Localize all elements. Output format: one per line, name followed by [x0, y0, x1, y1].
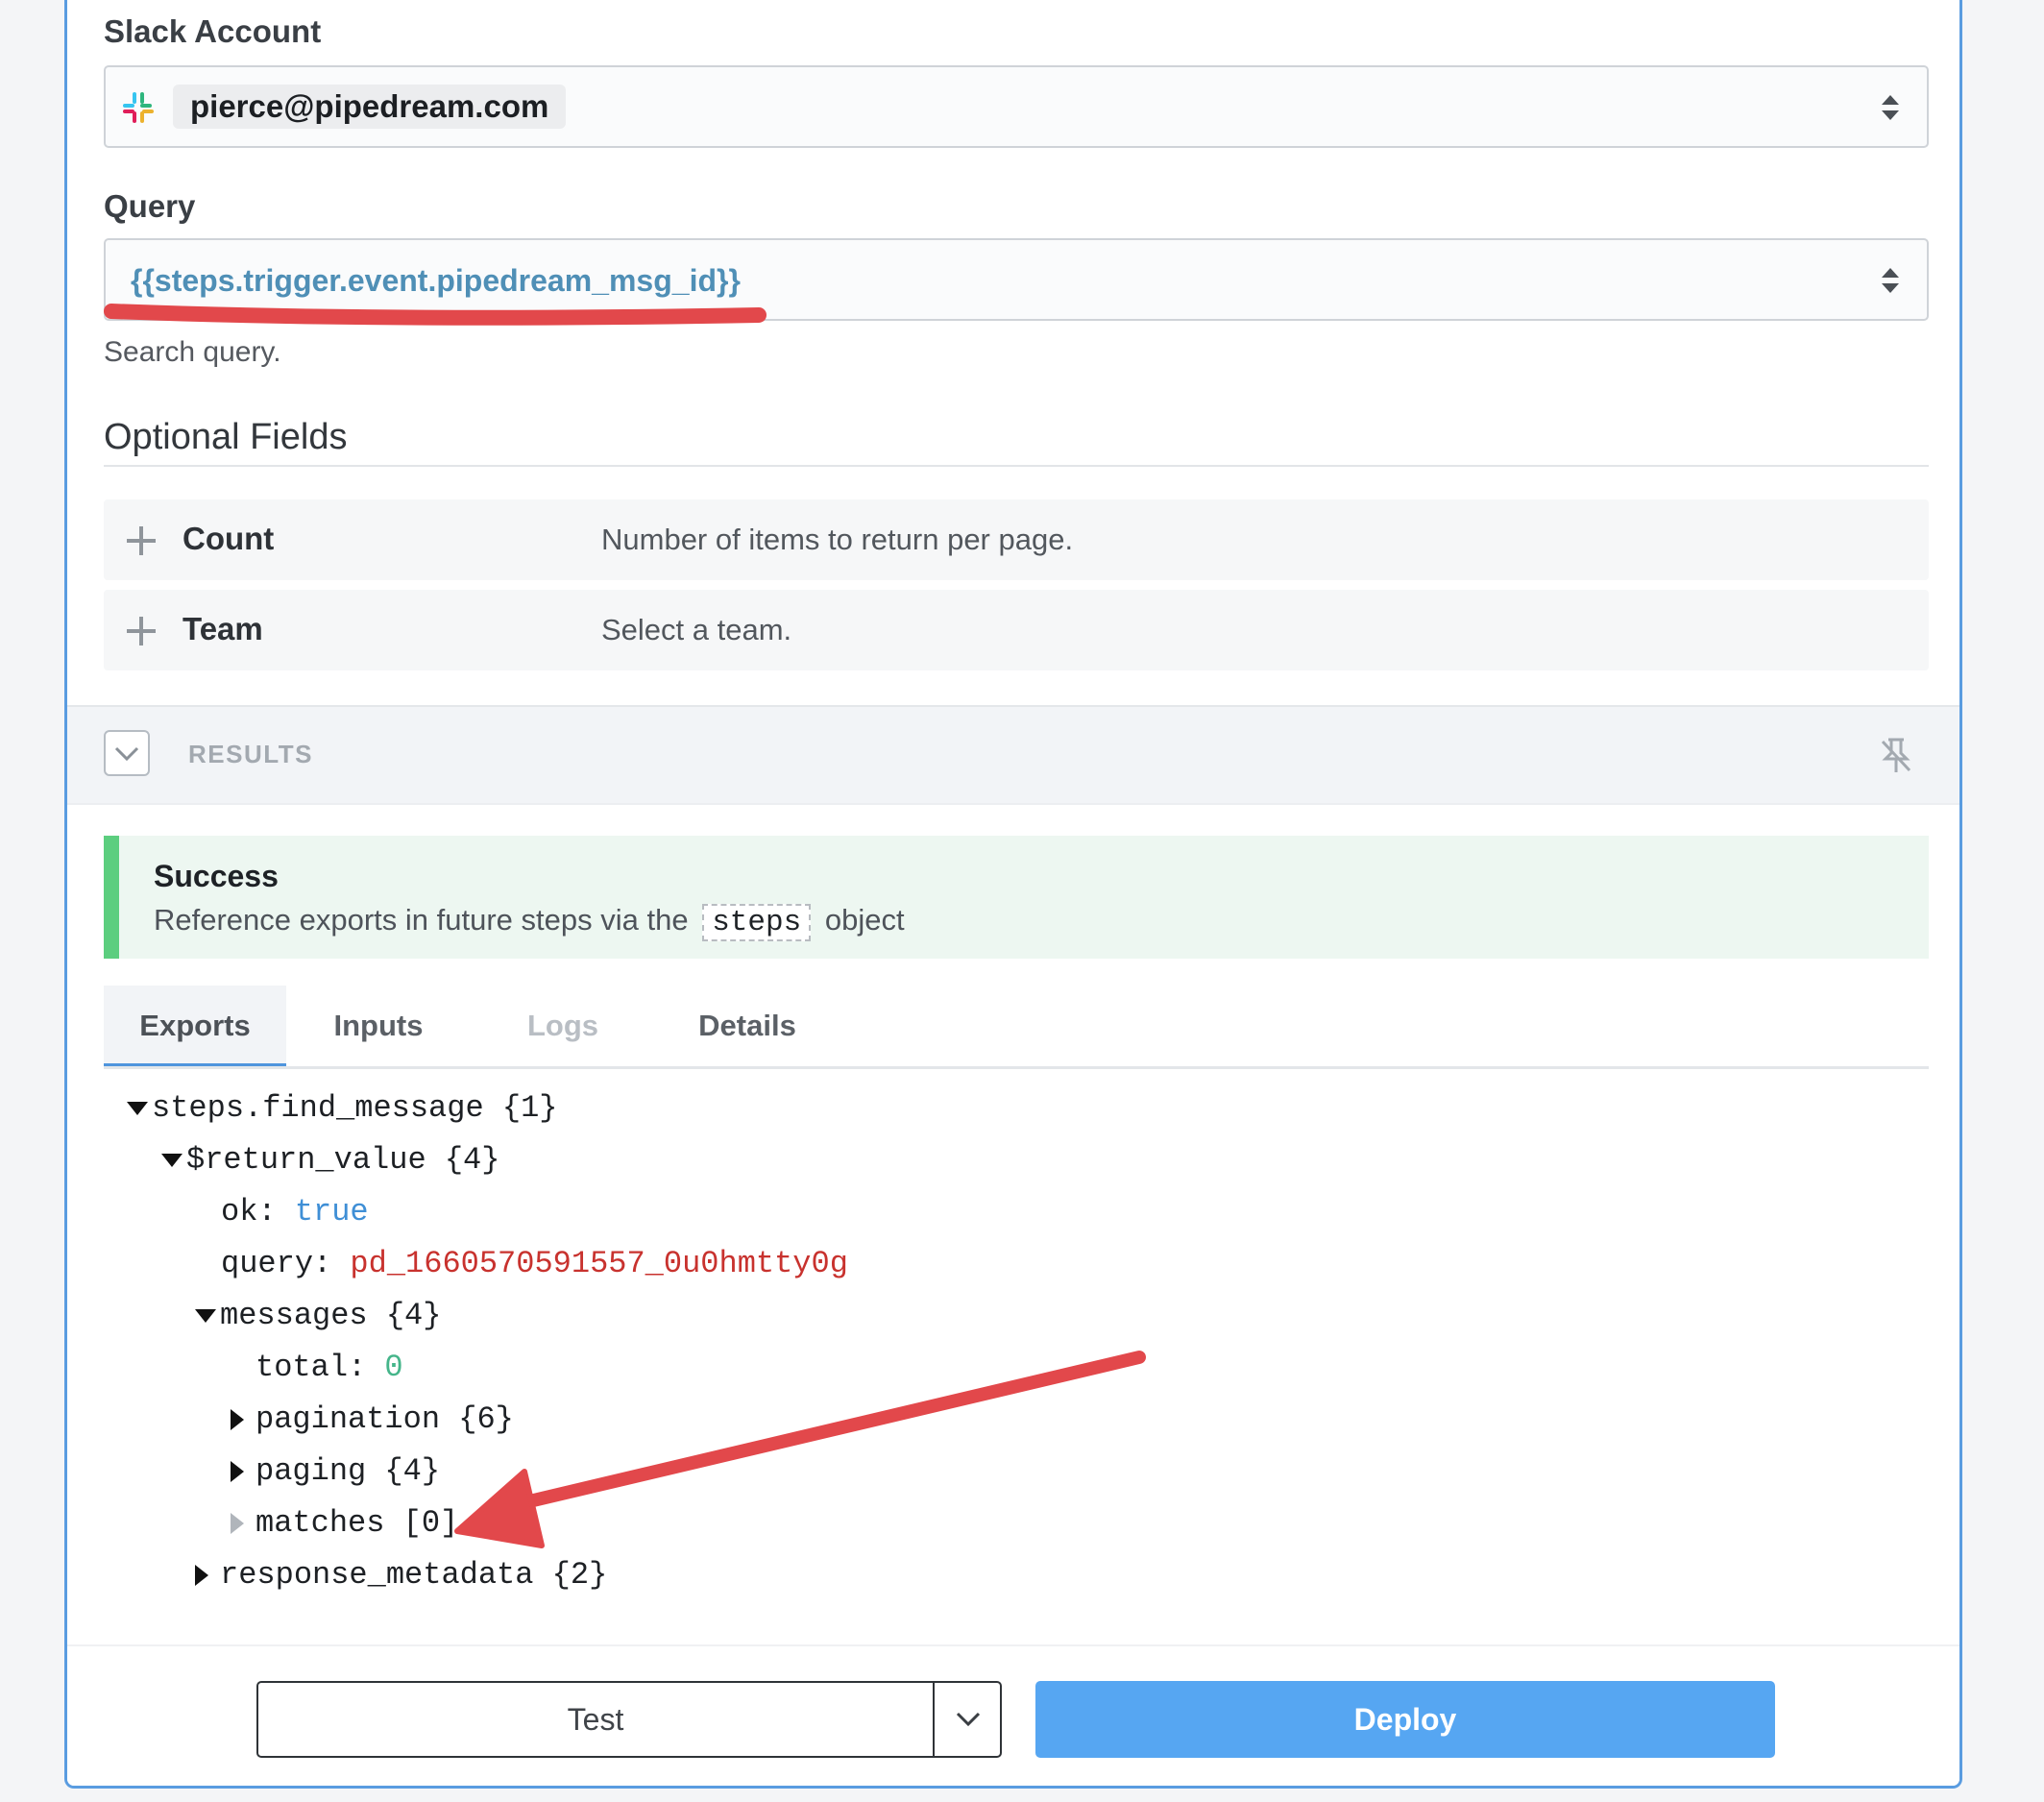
slack-logo-icon	[123, 92, 154, 123]
success-message-text: Reference exports in future steps via th…	[154, 903, 689, 937]
tree-node-paging[interactable]: paging {4}	[231, 1450, 440, 1493]
tree-node-label: response_metadata {2}	[220, 1557, 608, 1593]
optional-field-count[interactable]: Count Number of items to return per page…	[104, 499, 1929, 580]
query-label: Query	[104, 188, 196, 224]
deploy-button[interactable]: Deploy	[1035, 1681, 1775, 1758]
caret-down-icon	[161, 1153, 182, 1167]
plus-icon	[127, 617, 156, 645]
tree-node-label: paging {4}	[256, 1453, 441, 1489]
success-message-suffix: object	[824, 903, 905, 937]
query-input[interactable]: {{steps.trigger.event.pipedream_msg_id}}	[104, 238, 1929, 321]
test-options-button[interactable]	[933, 1683, 1002, 1756]
unpin-icon[interactable]	[1875, 734, 1917, 776]
caret-down-icon	[127, 1101, 148, 1115]
tab-exports[interactable]: Exports	[104, 986, 286, 1066]
select-updown-icon	[1881, 95, 1900, 120]
footer-bar: Test Deploy	[67, 1644, 1959, 1786]
tree-node-label: messages {4}	[220, 1298, 442, 1333]
results-header: RESULTS	[67, 705, 1959, 805]
caret-right-icon	[231, 1460, 244, 1482]
tree-node-label: matches [0]	[256, 1505, 459, 1541]
plus-icon	[127, 526, 156, 555]
success-message: Reference exports in future steps via th…	[154, 903, 905, 941]
divider	[104, 465, 1929, 467]
tree-node-label: $return_value {4}	[186, 1142, 500, 1178]
tab-details[interactable]: Details	[655, 986, 840, 1066]
results-label: RESULTS	[188, 740, 313, 768]
query-value: {{steps.trigger.event.pipedream_msg_id}}	[131, 263, 741, 298]
tree-node-messages[interactable]: messages {4}	[195, 1295, 441, 1337]
optional-field-description: Select a team.	[601, 613, 792, 646]
caret-right-icon	[231, 1512, 244, 1534]
chevron-down-icon	[956, 1712, 981, 1727]
account-chip: pierce@pipedream.com	[173, 85, 567, 129]
steps-code: steps	[702, 904, 812, 941]
select-updown-icon	[1881, 268, 1900, 293]
optional-field-name: Count	[182, 521, 275, 556]
step-config-panel: Slack Account pierce@pipedream.com Query…	[64, 0, 1962, 1789]
caret-right-icon	[231, 1408, 244, 1430]
tree-node-query: query: pd_1660570591557_0u0hmtty0g	[221, 1243, 848, 1285]
tree-node-label: steps.find_message {1}	[152, 1090, 558, 1126]
tree-key: query:	[221, 1246, 332, 1281]
tree-key: total:	[256, 1350, 367, 1385]
query-hint: Search query.	[104, 336, 281, 368]
success-title: Success	[154, 859, 279, 893]
test-button[interactable]: Test	[256, 1681, 1002, 1758]
tree-value: true	[294, 1194, 369, 1230]
tree-node-total: total: 0	[256, 1347, 403, 1389]
results-tabs: Exports Inputs Logs Details	[104, 986, 1929, 1069]
success-banner: Success Reference exports in future step…	[104, 836, 1929, 959]
tree-node-label: pagination {6}	[256, 1401, 514, 1437]
tree-value: pd_1660570591557_0u0hmtty0g	[350, 1246, 848, 1281]
tree-node-return-value[interactable]: $return_value {4}	[161, 1139, 499, 1181]
tree-value: 0	[384, 1350, 403, 1385]
optional-field-team[interactable]: Team Select a team.	[104, 590, 1929, 670]
optional-field-name: Team	[182, 611, 263, 646]
slack-account-select[interactable]: pierce@pipedream.com	[104, 65, 1929, 148]
optional-fields-title: Optional Fields	[104, 417, 348, 457]
tree-node-root[interactable]: steps.find_message {1}	[127, 1087, 557, 1130]
slack-account-label: Slack Account	[104, 13, 322, 49]
tree-node-ok: ok: true	[221, 1191, 369, 1233]
tree-node-matches[interactable]: matches [0]	[231, 1502, 458, 1545]
caret-down-icon	[195, 1308, 216, 1323]
tab-logs[interactable]: Logs	[471, 986, 655, 1066]
optional-field-description: Number of items to return per page.	[601, 523, 1074, 556]
tab-inputs[interactable]: Inputs	[286, 986, 471, 1066]
results-collapse-button[interactable]	[104, 730, 150, 776]
tree-key: ok:	[221, 1194, 277, 1230]
caret-right-icon	[195, 1564, 208, 1586]
tree-node-response-metadata[interactable]: response_metadata {2}	[195, 1554, 607, 1596]
chevron-down-icon	[114, 746, 139, 762]
test-button-label: Test	[567, 1702, 624, 1737]
tree-node-pagination[interactable]: pagination {6}	[231, 1399, 514, 1441]
